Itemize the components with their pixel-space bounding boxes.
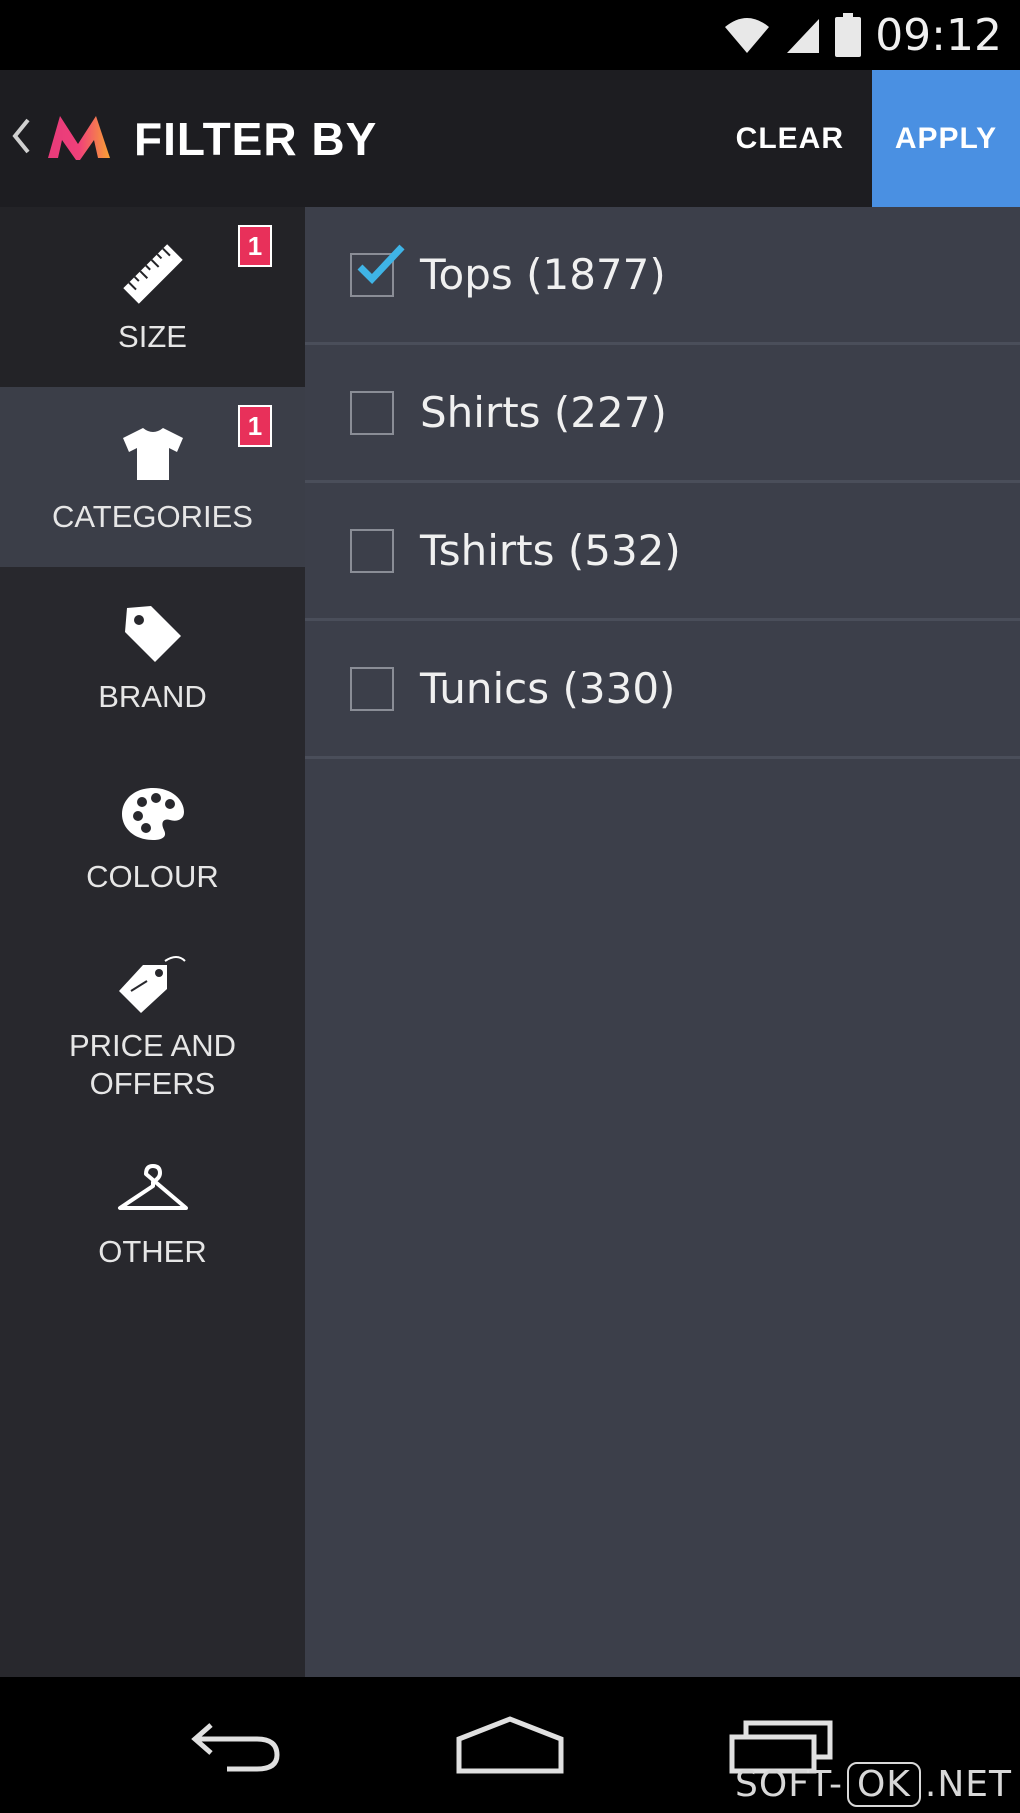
hanger-icon	[116, 1153, 190, 1225]
sidebar-item-size[interactable]: SIZE 1	[0, 207, 305, 387]
page-title: FILTER BY	[134, 112, 378, 165]
watermark-text-suffix: .NET	[924, 1764, 1012, 1805]
checkbox[interactable]	[350, 528, 394, 573]
option-label: Tops (1877)	[420, 250, 666, 299]
watermark: SOFT- OK .NET	[735, 1762, 1012, 1807]
sidebar-item-colour[interactable]: COLOUR	[0, 747, 305, 927]
selection-count-badge: 1	[238, 405, 272, 447]
back-chevron-icon[interactable]	[10, 116, 38, 161]
option-label: Tunics (330)	[420, 664, 676, 713]
tag-icon	[121, 598, 185, 670]
clear-button[interactable]: CLEAR	[708, 70, 872, 207]
option-row-tunics[interactable]: Tunics (330)	[305, 621, 1020, 759]
tshirt-icon	[121, 418, 185, 490]
myntra-logo-icon[interactable]	[44, 110, 114, 167]
sidebar-item-label: OTHER	[98, 1234, 207, 1269]
filter-sidebar: SIZE 1 CATEGORIES 1 BRAND COLOUR PRICE A…	[0, 207, 305, 1677]
option-label: Shirts (227)	[420, 388, 667, 437]
signal-icon	[785, 15, 821, 55]
option-row-tops[interactable]: Tops (1877)	[305, 207, 1020, 345]
nav-back-icon[interactable]	[162, 1695, 312, 1795]
status-bar: 09:12	[0, 0, 1020, 70]
palette-icon	[120, 778, 186, 850]
nav-home-icon[interactable]	[435, 1695, 585, 1795]
checkbox[interactable]	[350, 666, 394, 711]
battery-icon	[835, 13, 862, 57]
sidebar-item-categories[interactable]: CATEGORIES 1	[0, 387, 305, 567]
sidebar-item-other[interactable]: OTHER	[0, 1122, 305, 1302]
checkbox[interactable]	[350, 390, 394, 435]
option-row-shirts[interactable]: Shirts (227)	[305, 345, 1020, 483]
sidebar-item-label: COLOUR	[86, 859, 219, 894]
sidebar-item-price-and-offers[interactable]: PRICE AND OFFERS	[0, 927, 305, 1122]
watermark-text: SOFT-	[735, 1764, 843, 1805]
sidebar-item-brand[interactable]: BRAND	[0, 567, 305, 747]
sidebar-item-label: PRICE AND OFFERS	[68, 1027, 237, 1101]
sidebar-item-label: CATEGORIES	[52, 499, 253, 534]
sidebar-item-label: SIZE	[118, 319, 187, 354]
sidebar-item-label: BRAND	[98, 679, 207, 714]
option-row-tshirts[interactable]: Tshirts (532)	[305, 483, 1020, 621]
ruler-icon	[120, 238, 186, 310]
option-label: Tshirts (532)	[420, 526, 681, 575]
watermark-boxed-text: OK	[846, 1762, 921, 1807]
wifi-icon	[723, 15, 771, 55]
apply-button[interactable]: APPLY	[872, 70, 1020, 207]
price-tag-icon	[117, 947, 189, 1019]
selection-count-badge: 1	[238, 225, 272, 267]
category-options-panel: Tops (1877) Shirts (227) Tshirts (532) T…	[305, 207, 1020, 1677]
app-bar: FILTER BY CLEAR APPLY	[0, 70, 1020, 207]
checkbox-checked[interactable]	[350, 244, 405, 297]
status-time: 09:12	[875, 9, 1002, 61]
